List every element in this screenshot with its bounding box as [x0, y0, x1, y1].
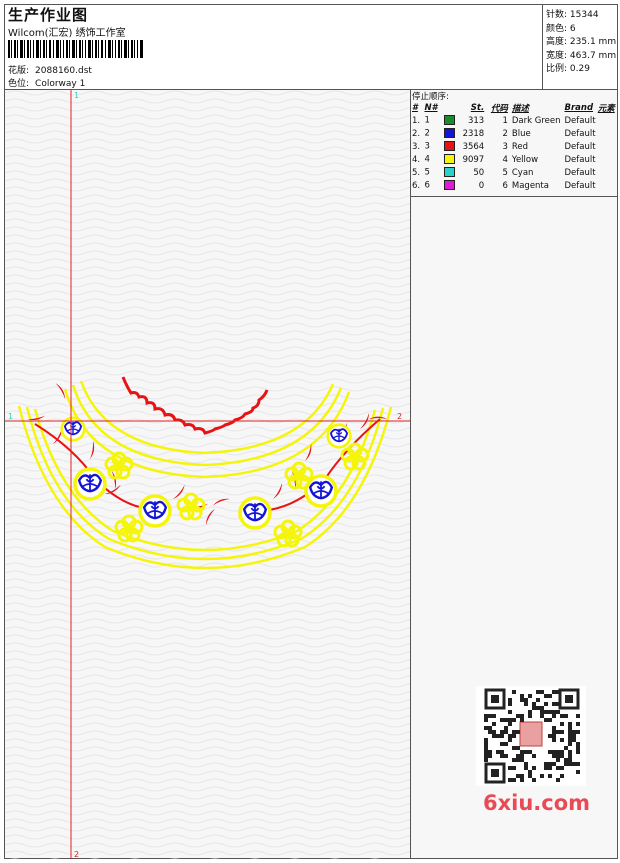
- color-name: Blue: [511, 128, 531, 139]
- element-cell: [598, 179, 617, 192]
- brand: Default: [564, 128, 596, 139]
- row-number: 4.: [412, 154, 421, 165]
- row-number: 3.: [412, 141, 421, 152]
- needle-number: 4: [424, 153, 455, 166]
- guide-label-right: 2: [397, 412, 402, 421]
- barcode: [8, 40, 143, 58]
- needle-number: 2: [424, 127, 455, 140]
- needle-number: 1: [424, 114, 455, 127]
- row-number: 2.: [412, 128, 421, 139]
- color-swatch: [443, 115, 455, 126]
- design-stats: 针数: 15344 颜色: 6 高度: 235.1 mm 宽度: 463.7 m…: [542, 5, 617, 89]
- color-code: 1: [502, 115, 508, 126]
- color-name: Cyan: [511, 167, 534, 178]
- color-swatch: [443, 128, 455, 139]
- stat-stitches: 针数: 15344: [546, 10, 599, 20]
- table-row: 5. 5 50 5 Cyan Default: [412, 166, 617, 179]
- element-cell: [598, 140, 617, 153]
- needle-number: 3: [424, 140, 455, 153]
- table-row: 2. 2 2318 2 Blue Default: [412, 127, 617, 140]
- table-row: 1. 1 313 1 Dark Green Default: [412, 114, 617, 127]
- element-cell: [598, 114, 617, 127]
- stitch-count: 2318: [462, 128, 485, 139]
- row-number: 5.: [412, 167, 421, 178]
- color-sequence-table: # N# St. 代码 描述 Brand 元素 1. 1 313 1 Dark Gree…: [412, 101, 617, 192]
- design-preview: 1 2 1 2: [5, 89, 411, 859]
- stat-colors: 颜色: 6: [546, 23, 576, 34]
- table-row: 6. 6 0 6 Magenta Default: [412, 179, 617, 192]
- guide-label-left: 1: [8, 412, 13, 421]
- color-code: 6: [502, 180, 508, 191]
- production-sheet: 生产作业图 Wilcom(汇宏) 绣饰工作室 花版: 2088160.dst 色…: [4, 4, 618, 859]
- stitch-count: 9097: [462, 154, 485, 165]
- brand: Default: [564, 154, 596, 165]
- needle-number: 6: [424, 179, 455, 192]
- guide-label-top: 1: [74, 91, 79, 100]
- stitch-count: 0: [478, 180, 485, 191]
- table-row: 3. 3 3564 3 Red Default: [412, 140, 617, 153]
- watermark-text: 6xiu.com: [483, 791, 591, 815]
- company-name: Wilcom(汇宏) 绣饰工作室: [8, 28, 126, 39]
- stitch-count: 50: [473, 167, 485, 178]
- guide-label-bottom: 2: [74, 850, 79, 859]
- color-swatch: [443, 141, 455, 152]
- brand: Default: [564, 180, 596, 191]
- stop-sequence-panel: 停止顺序: # N# St. 代码 描述 Brand 元素 1. 1 313 1 Dar…: [410, 89, 617, 197]
- brand: Default: [564, 167, 596, 178]
- stat-scale: 比例: 0.29: [546, 64, 590, 74]
- element-cell: [598, 153, 617, 166]
- color-name: Magenta: [511, 180, 549, 191]
- color-code: 2: [502, 128, 508, 139]
- colorway-name: Colorway 1: [35, 79, 86, 89]
- color-name: Yellow: [511, 154, 539, 165]
- table-row: 4. 4 9097 4 Yellow Default: [412, 153, 617, 166]
- color-name: Dark Green: [511, 115, 561, 126]
- row-number: 1.: [412, 115, 421, 126]
- color-name: Red: [511, 141, 529, 152]
- color-swatch: [443, 180, 455, 191]
- needle-number: 5: [424, 166, 455, 179]
- brand: Default: [564, 141, 596, 152]
- row-number: 6.: [412, 180, 421, 191]
- stat-width: 宽度: 463.7 mm: [546, 50, 617, 61]
- embroidery-drawing: 1 2 1 2: [5, 89, 410, 859]
- color-code: 4: [502, 154, 508, 165]
- colorway-line: 色位: Colorway 1: [8, 76, 85, 89]
- design-file-label: 花版:: [8, 66, 30, 76]
- brand: Default: [564, 115, 596, 126]
- stitch-count: 313: [467, 115, 485, 126]
- colorway-label: 色位:: [8, 79, 30, 89]
- design-file-name: 2088160.dst: [35, 66, 92, 76]
- page-title: 生产作业图: [8, 6, 89, 24]
- table-header-row: # N# St. 代码 描述 Brand 元素: [412, 102, 615, 114]
- color-code: 3: [502, 141, 508, 152]
- stat-height: 高度: 235.1 mm: [546, 37, 617, 47]
- stitch-count: 3564: [462, 141, 485, 152]
- design-file-line: 花版: 2088160.dst: [8, 63, 92, 76]
- element-cell: [598, 127, 617, 140]
- sheet-header: 生产作业图 Wilcom(汇宏) 绣饰工作室 花版: 2088160.dst 色…: [5, 5, 617, 90]
- element-cell: [598, 166, 617, 179]
- color-code: 5: [502, 167, 508, 178]
- qr-code: [476, 686, 586, 786]
- color-swatch: [443, 154, 455, 165]
- color-swatch: [443, 167, 455, 178]
